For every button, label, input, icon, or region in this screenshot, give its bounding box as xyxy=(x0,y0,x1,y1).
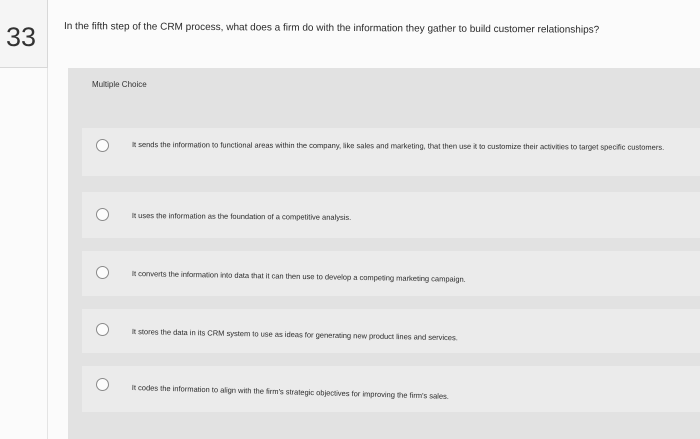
answer-option-5[interactable]: It codes the information to align with t… xyxy=(82,366,700,412)
radio-button-5[interactable] xyxy=(96,378,109,391)
answer-option-3[interactable]: It converts the information into data th… xyxy=(82,251,700,296)
answer-option-2[interactable]: It uses the information as the foundatio… xyxy=(82,192,700,238)
gutter-divider xyxy=(47,68,48,439)
radio-button-4[interactable] xyxy=(96,323,109,336)
question-text: In the fifth step of the CRM process, wh… xyxy=(63,21,600,36)
question-number: 33 xyxy=(6,22,37,52)
radio-button-2[interactable] xyxy=(96,208,109,221)
question-number-box: 33 xyxy=(0,0,48,68)
quiz-page: 33 In the fifth step of the CRM process,… xyxy=(0,0,700,439)
question-type-label: Multiple Choice xyxy=(92,80,147,89)
answer-option-1-text: It sends the information to functional a… xyxy=(131,139,665,152)
answer-option-4[interactable]: It stores the data in its CRM system to … xyxy=(82,309,700,353)
answer-option-4-text: It stores the data in its CRM system to … xyxy=(131,326,458,343)
answer-option-1[interactable]: It sends the information to functional a… xyxy=(82,128,700,176)
answer-option-3-text: It converts the information into data th… xyxy=(131,268,466,284)
answer-option-5-text: It codes the information to align with t… xyxy=(131,382,450,401)
radio-button-1[interactable] xyxy=(96,139,109,152)
radio-button-3[interactable] xyxy=(96,266,109,279)
answer-option-2-text: It uses the information as the foundatio… xyxy=(131,210,352,222)
